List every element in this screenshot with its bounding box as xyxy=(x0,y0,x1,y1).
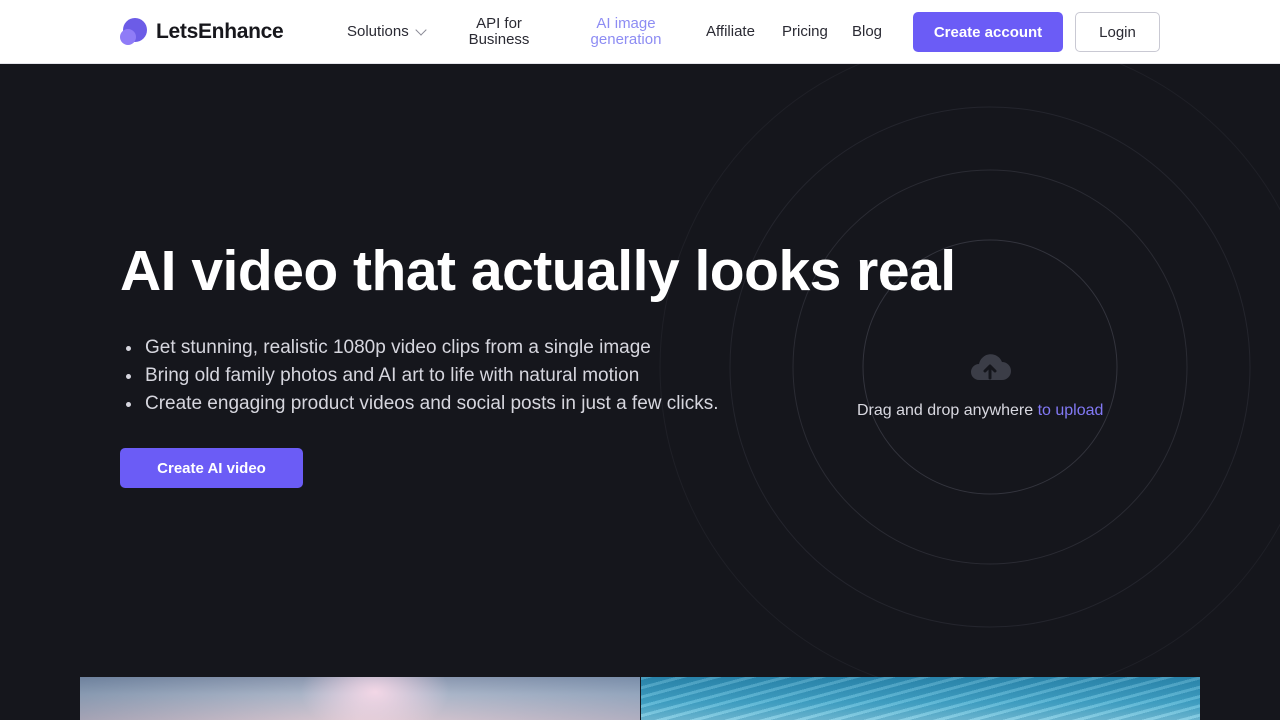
hero-headline: AI video that actually looks real xyxy=(120,239,956,303)
login-button[interactable]: Login xyxy=(1075,12,1160,52)
nav-ai-image-generation[interactable]: AI image generation xyxy=(580,16,672,48)
nav-gen-line2: generation xyxy=(590,31,662,48)
nav-affiliate[interactable]: Affiliate xyxy=(706,24,755,40)
chevron-down-icon xyxy=(415,23,427,36)
upload-drop-label: Drag and drop anywhere xyxy=(857,402,1038,419)
preview-image-right xyxy=(641,677,1200,720)
cloud-upload-icon xyxy=(971,354,1011,380)
create-ai-video-button[interactable]: Create AI video xyxy=(120,448,303,488)
create-account-button[interactable]: Create account xyxy=(913,12,1063,52)
feature-item: Create engaging product videos and socia… xyxy=(125,390,718,418)
nav-api-line1: API for xyxy=(476,15,522,32)
nav-gen-line1: AI image xyxy=(596,15,656,32)
nav-api-line2: Business xyxy=(468,31,530,48)
nav-solutions-label: Solutions xyxy=(347,23,409,40)
nav-pricing[interactable]: Pricing xyxy=(782,24,828,40)
nav-blog[interactable]: Blog xyxy=(852,24,882,40)
feature-item: Get stunning, realistic 1080p video clip… xyxy=(125,334,718,362)
site-header: LetsEnhance Solutions API for Business A… xyxy=(0,0,1280,64)
upload-link[interactable]: to upload xyxy=(1038,402,1104,419)
nav-solutions[interactable]: Solutions xyxy=(347,23,427,40)
brand-logo[interactable]: LetsEnhance xyxy=(120,18,284,46)
brand-name: LetsEnhance xyxy=(156,20,284,43)
preview-image-left xyxy=(80,677,640,720)
feature-item: Bring old family photos and AI art to li… xyxy=(125,362,718,390)
hero-feature-list: Get stunning, realistic 1080p video clip… xyxy=(125,334,718,418)
logo-mark-icon xyxy=(120,18,147,46)
upload-drop-text[interactable]: Drag and drop anywhere to upload xyxy=(857,402,1103,420)
nav-api-for-business[interactable]: API for Business xyxy=(459,16,539,48)
